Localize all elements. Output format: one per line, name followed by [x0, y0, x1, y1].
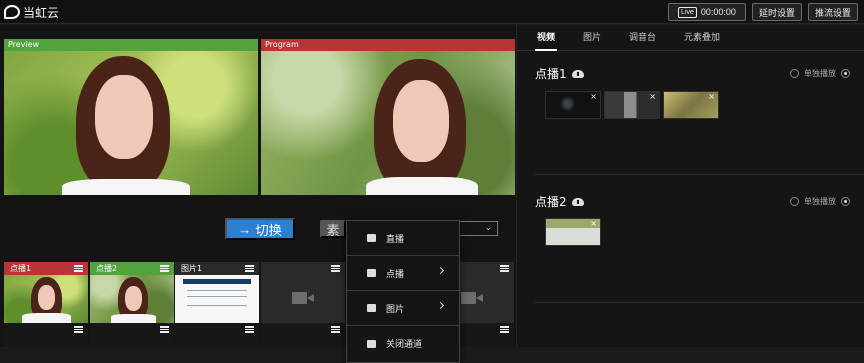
- chevron-right-icon: [436, 301, 445, 310]
- section-title: 点播2: [535, 193, 584, 210]
- menu-icon[interactable]: [74, 326, 83, 333]
- program-monitor: Program: [261, 39, 515, 197]
- channel-thumbnail: [4, 275, 88, 323]
- preview-video: [4, 51, 258, 195]
- channel-card[interactable]: 点播1: [4, 262, 88, 347]
- channel-footer: [4, 323, 88, 347]
- channel-label: 图片1: [181, 264, 203, 273]
- preview-label: Preview: [4, 39, 258, 51]
- radio-checked-icon[interactable]: [841, 69, 850, 78]
- logo-icon: [4, 5, 20, 19]
- channel-thumbnail: [261, 275, 345, 323]
- menu-icon[interactable]: [160, 326, 169, 333]
- vod-section-1: 点播1 单独播放 × × ×: [535, 57, 864, 175]
- upload-cloud-icon[interactable]: [571, 197, 584, 206]
- channel-header: 点播1: [4, 262, 88, 275]
- upload-cloud-icon[interactable]: [571, 69, 584, 78]
- close-icon[interactable]: ×: [649, 92, 656, 101]
- chevron-down-icon: ⌄: [484, 223, 492, 233]
- menu-icon[interactable]: [500, 265, 509, 272]
- image-icon: [367, 304, 376, 312]
- menu-icon[interactable]: [245, 326, 254, 333]
- program-video: [261, 51, 515, 195]
- radio-icon[interactable]: [790, 197, 799, 206]
- chevron-right-icon: [436, 266, 445, 275]
- channel-header: 图片1: [175, 262, 259, 275]
- radio-checked-icon[interactable]: [841, 197, 850, 206]
- switch-button[interactable]: → 切换: [225, 218, 295, 240]
- close-square-icon: [367, 339, 376, 348]
- logo-text: 当虹云: [23, 5, 60, 20]
- channel-footer: [175, 323, 259, 347]
- channel-card[interactable]: [261, 262, 345, 347]
- partially-hidden-button[interactable]: 素: [320, 220, 346, 238]
- program-label: Program: [261, 39, 515, 51]
- tab-images[interactable]: 图片: [583, 25, 601, 51]
- tab-overlay[interactable]: 元素叠加: [684, 25, 720, 51]
- channel-card[interactable]: 点播2: [90, 262, 174, 347]
- switcher-area: Preview Program → 切换 素 ⌄ 点播1 点播2 图片1 直播 …: [0, 25, 516, 363]
- close-icon[interactable]: ×: [590, 92, 597, 101]
- film-icon: [367, 269, 376, 277]
- live-status-button[interactable]: Live 00:00:00: [668, 3, 746, 21]
- video-thumbnail[interactable]: ×: [545, 91, 601, 119]
- channel-context-menu: 直播 点播 图片 关闭通道: [346, 220, 460, 363]
- camera-icon: [367, 234, 376, 242]
- live-timer: 00:00:00: [700, 7, 736, 17]
- menu-icon[interactable]: [331, 326, 340, 333]
- media-panel: 视频 图片 调音台 元素叠加 点播1 单独播放 × × × 点播2 单独播放 ×: [516, 25, 864, 347]
- app-logo: 当虹云: [4, 3, 59, 21]
- channel-card[interactable]: 图片1: [175, 262, 259, 347]
- live-tag: Live: [678, 6, 697, 18]
- channel-header: 点播2: [90, 262, 174, 275]
- arrow-right-icon: →: [238, 221, 252, 237]
- menu-item-close-channel[interactable]: 关闭通道: [347, 326, 459, 361]
- single-play-option[interactable]: 单独播放: [790, 196, 850, 207]
- close-icon[interactable]: ×: [708, 92, 715, 101]
- menu-icon[interactable]: [500, 326, 509, 333]
- menu-icon[interactable]: [245, 265, 254, 272]
- camera-icon: [292, 292, 314, 304]
- section-title: 点播1: [535, 65, 584, 82]
- menu-item-image[interactable]: 图片: [347, 291, 459, 326]
- menu-icon[interactable]: [74, 265, 83, 272]
- video-thumbnail[interactable]: ×: [604, 91, 660, 119]
- preview-monitor: Preview: [4, 39, 258, 197]
- vod-section-2: 点播2 单独播放 ×: [535, 185, 864, 303]
- channel-header: [261, 262, 345, 275]
- video-thumbnail[interactable]: ×: [663, 91, 719, 119]
- radio-icon[interactable]: [790, 69, 799, 78]
- menu-item-live[interactable]: 直播: [347, 221, 459, 256]
- switch-label: 切换: [255, 222, 282, 238]
- menu-item-vod[interactable]: 点播: [347, 256, 459, 291]
- channel-thumbnail: [90, 275, 174, 323]
- transition-dropdown[interactable]: ⌄: [458, 221, 498, 236]
- single-play-option[interactable]: 单独播放: [790, 68, 850, 79]
- channel-thumbnail: [175, 275, 259, 323]
- menu-icon[interactable]: [160, 265, 169, 272]
- tab-video[interactable]: 视频: [534, 25, 558, 51]
- top-bar: 当虹云 Live 00:00:00 延时设置 推流设置: [0, 0, 864, 24]
- channel-label: 点播1: [10, 264, 32, 273]
- close-icon[interactable]: ×: [590, 219, 597, 228]
- channel-footer: [261, 323, 345, 347]
- delay-settings-button[interactable]: 延时设置: [752, 3, 802, 21]
- video-thumbnail[interactable]: ×: [545, 218, 601, 246]
- push-settings-button[interactable]: 推流设置: [808, 3, 858, 21]
- channel-label: 点播2: [96, 264, 118, 273]
- tab-mixer[interactable]: 调音台: [629, 25, 656, 51]
- channel-footer: [90, 323, 174, 347]
- menu-icon[interactable]: [331, 265, 340, 272]
- camera-icon: [461, 292, 483, 304]
- media-tabs: 视频 图片 调音台 元素叠加: [517, 25, 864, 51]
